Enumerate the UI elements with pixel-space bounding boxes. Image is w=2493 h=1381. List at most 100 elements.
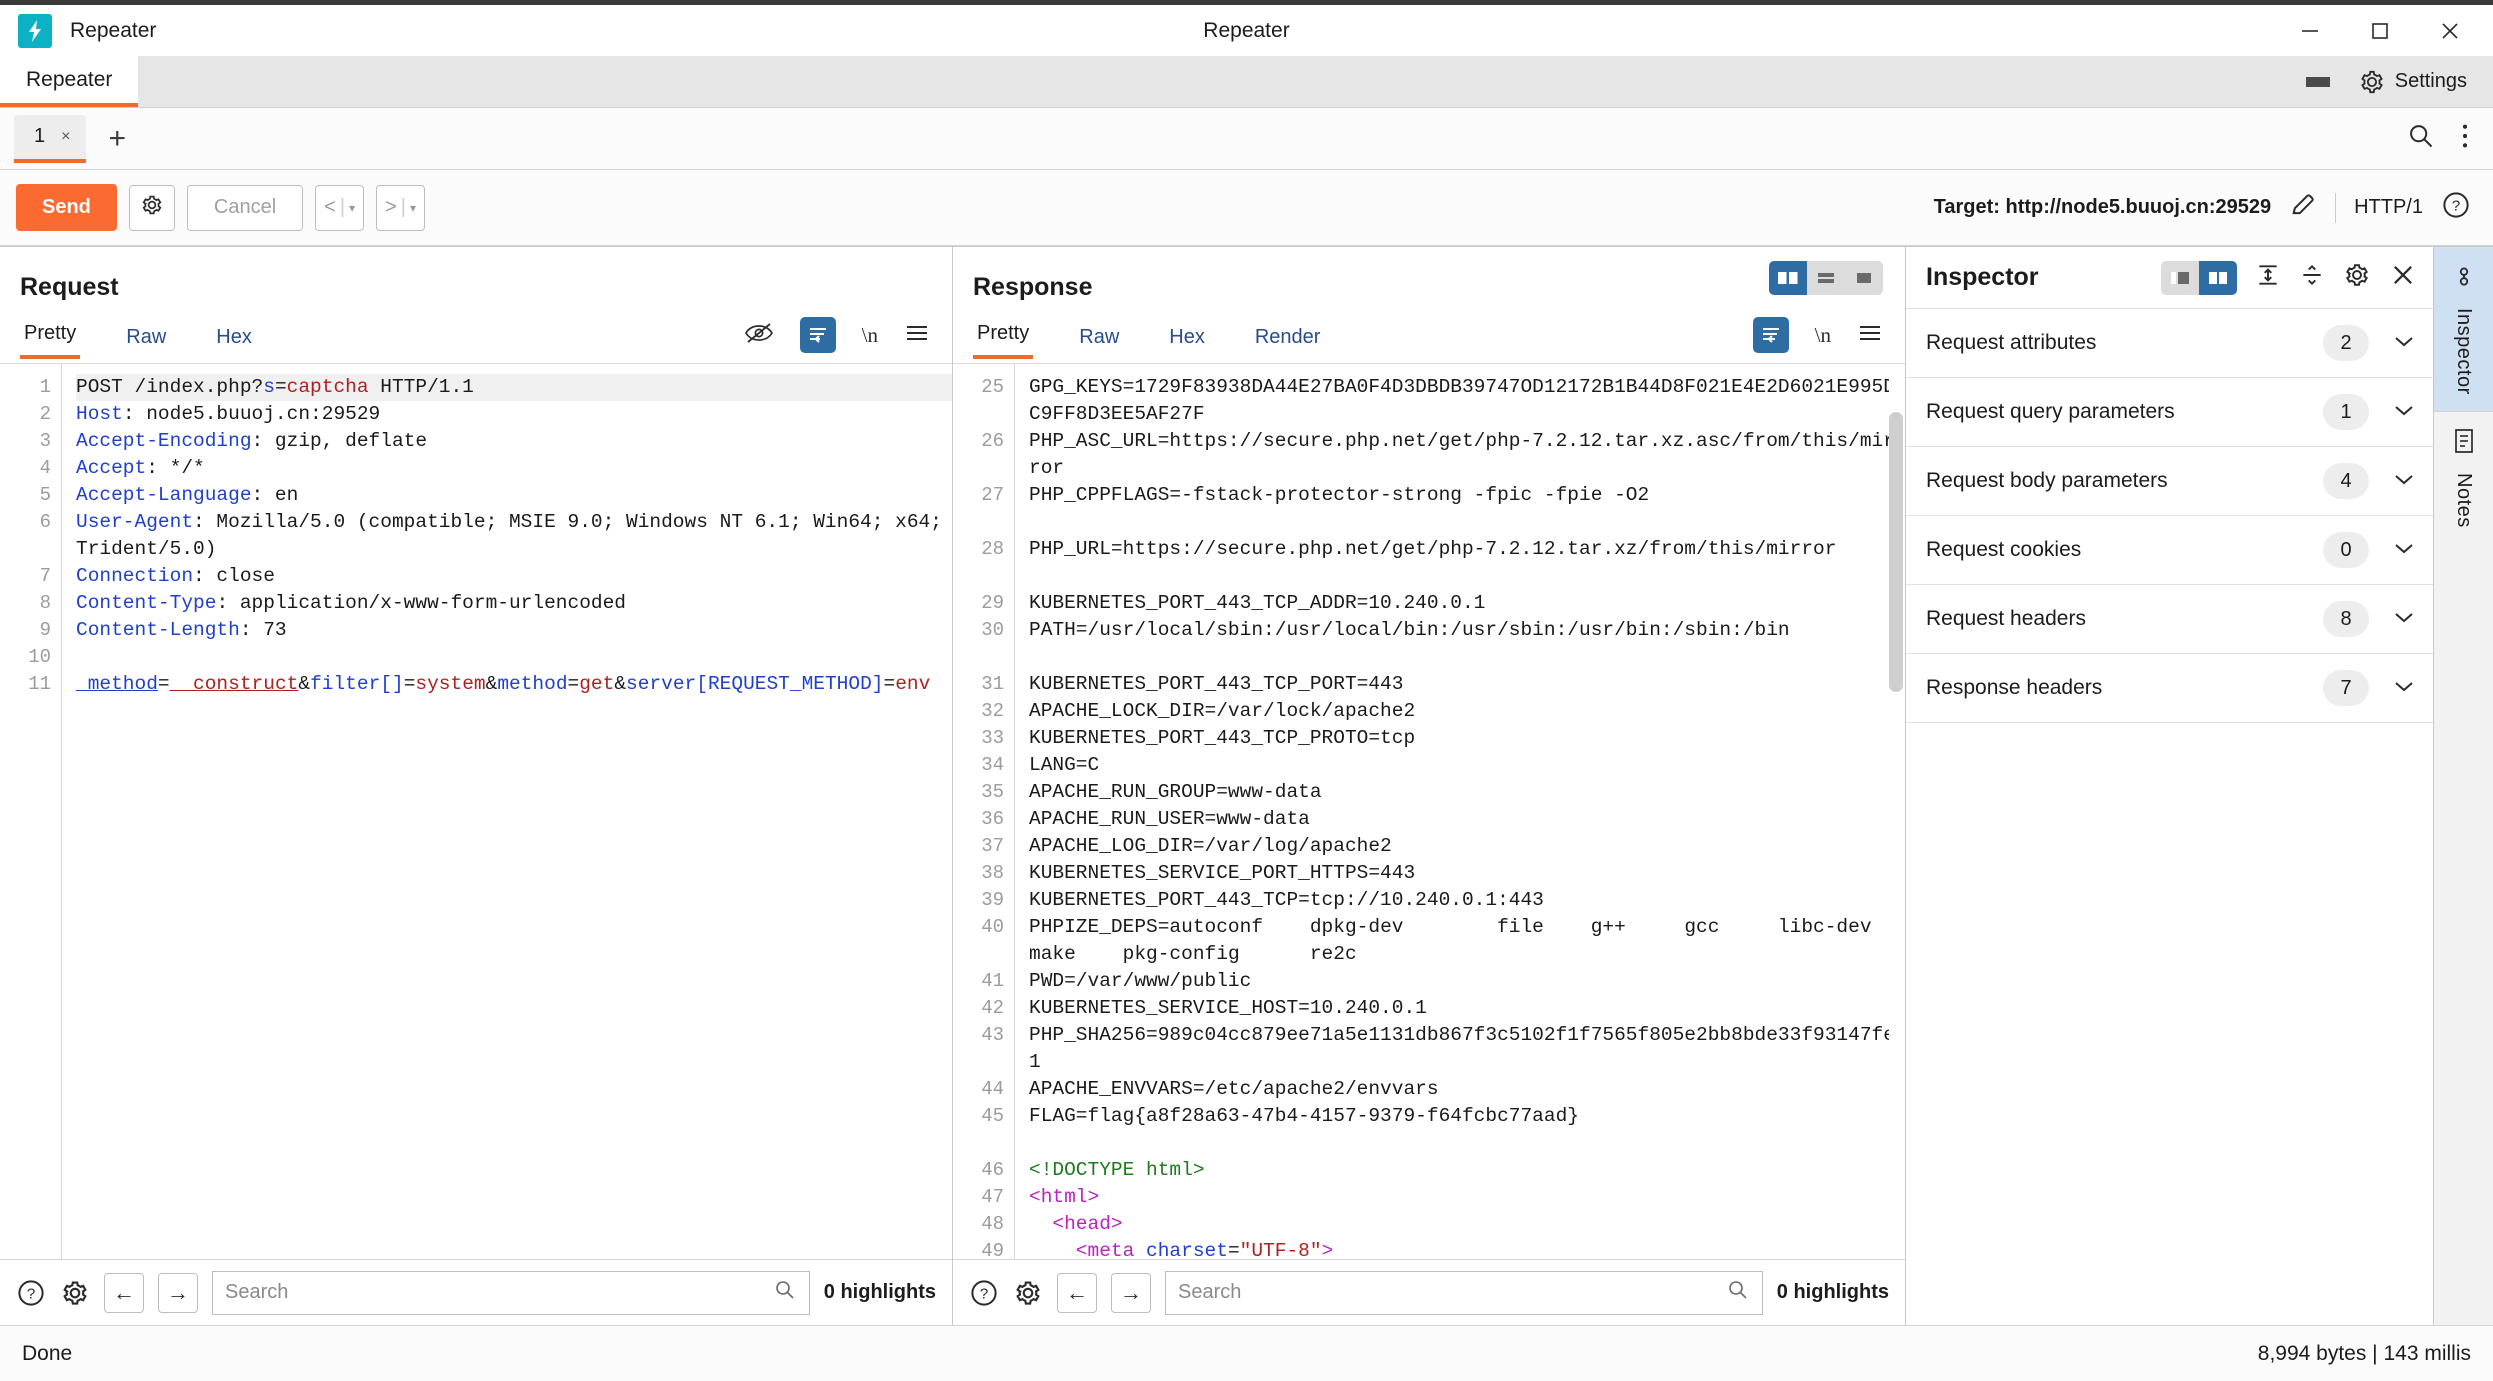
send-button[interactable]: Send: [16, 184, 117, 231]
expand-all-icon[interactable]: [2255, 262, 2281, 293]
send-settings-button[interactable]: [128, 184, 175, 231]
tab-request-raw[interactable]: Raw: [122, 320, 170, 359]
settings-button[interactable]: Settings: [2359, 69, 2467, 95]
chevron-left-icon: <: [324, 196, 336, 218]
help-icon[interactable]: ?: [969, 1278, 999, 1308]
word-wrap-icon[interactable]: [1752, 317, 1789, 353]
hamburger-icon[interactable]: [1857, 322, 1883, 349]
http-version-label[interactable]: HTTP/1: [2354, 196, 2423, 219]
close-icon[interactable]: [2415, 6, 2485, 56]
code-line: PHP_ASC_URL=https://secure.php.net/get/p…: [1029, 430, 1895, 479]
title-bar: Repeater Repeater: [0, 0, 2493, 56]
chevron-down-icon[interactable]: [2391, 402, 2417, 423]
chevron-down-icon[interactable]: ▾: [410, 201, 416, 215]
tab-response-hex[interactable]: Hex: [1165, 320, 1209, 359]
code-line: KUBERNETES_SERVICE_PORT_HTTPS=443: [1029, 862, 1416, 884]
tab-repeater[interactable]: Repeater: [0, 56, 139, 107]
gear-icon[interactable]: [1013, 1278, 1043, 1308]
settings-label: Settings: [2394, 70, 2467, 92]
inspector-toolbar: [2161, 260, 2417, 295]
code-line: <meta charset="UTF-8">: [1075, 1240, 1334, 1259]
repeater-tab-1[interactable]: 1 ×: [14, 114, 87, 163]
panel-layout-icon: [2305, 72, 2331, 92]
tab-request-pretty[interactable]: Pretty: [20, 316, 81, 359]
main-area: Request Pretty Raw Hex \n 1 2 3 4 5 6 7 …: [0, 247, 2493, 1325]
code-line: PHPIZE_DEPS=autoconf dpkg-dev file g++ g…: [1029, 916, 1872, 965]
response-body-text[interactable]: GPG_KEYS=1729F83938DA44E27BA0F4D3DBDB397…: [1015, 364, 1905, 1259]
search-next-button[interactable]: →: [158, 1272, 198, 1313]
collapse-all-icon[interactable]: [2299, 262, 2325, 293]
code-line: User-Agent: Mozilla/5.0 (compatible; MSI…: [76, 511, 942, 560]
inspector-section-row[interactable]: Request cookies 0: [1906, 516, 2433, 585]
word-wrap-icon[interactable]: [799, 317, 836, 353]
search-prev-button[interactable]: ←: [1057, 1272, 1097, 1313]
tab-response-render[interactable]: Render: [1251, 320, 1325, 359]
response-scrollbar[interactable]: [1889, 366, 1903, 1257]
layout-left-icon[interactable]: [2161, 260, 2199, 295]
chevron-down-icon[interactable]: [2391, 540, 2417, 561]
inspector-section-row[interactable]: Request headers 8: [1906, 585, 2433, 654]
inspector-section-row[interactable]: Response headers 7: [1906, 654, 2433, 723]
rail-item-notes[interactable]: Notes: [2434, 411, 2493, 544]
target-area: Target: http://node5.buuoj.cn:29529 HTTP…: [1934, 190, 2493, 225]
code-line: Connection: close: [76, 565, 275, 587]
hamburger-icon[interactable]: [904, 322, 930, 349]
help-icon[interactable]: ?: [2441, 190, 2471, 225]
inspector-section-row[interactable]: Request attributes 2: [1906, 309, 2433, 378]
code-line: <html>: [1029, 1186, 1100, 1208]
back-button[interactable]: < | ▾: [315, 184, 365, 231]
rows-view-icon[interactable]: [1807, 261, 1845, 295]
minimize-icon[interactable]: [2275, 6, 2345, 56]
help-icon[interactable]: ?: [16, 1278, 46, 1308]
split-view-icon[interactable]: [1769, 261, 1807, 295]
code-line: <!DOCTYPE html>: [1029, 1159, 1205, 1181]
request-search-input[interactable]: Search: [212, 1270, 810, 1315]
eye-off-icon[interactable]: [744, 321, 774, 350]
gear-icon[interactable]: [60, 1278, 90, 1308]
tab-response-pretty[interactable]: Pretty: [973, 316, 1034, 359]
inspector-section-count: 4: [2323, 463, 2369, 499]
inspector-section-label: Request attributes: [1926, 331, 2097, 354]
gear-icon[interactable]: [2343, 261, 2371, 294]
rail-item-inspector[interactable]: Inspector: [2434, 247, 2493, 411]
pencil-icon[interactable]: [2289, 191, 2317, 224]
tab-response-raw[interactable]: Raw: [1075, 320, 1123, 359]
vertical-dots-icon[interactable]: [2461, 122, 2469, 155]
search-next-button[interactable]: →: [1111, 1272, 1151, 1313]
request-view-tabs: Pretty Raw Hex \n: [20, 316, 952, 359]
chevron-down-icon[interactable]: [2391, 678, 2417, 699]
top-strip-right: Settings: [2305, 56, 2493, 107]
cancel-button[interactable]: Cancel: [186, 184, 304, 231]
search-icon[interactable]: [2407, 122, 2435, 155]
inspector-section-label: Request headers: [1926, 607, 2086, 630]
request-search-placeholder: Search: [225, 1281, 289, 1303]
chevron-down-icon[interactable]: ▾: [349, 201, 355, 215]
maximize-icon[interactable]: [2345, 6, 2415, 56]
search-prev-button[interactable]: ←: [104, 1272, 144, 1313]
chevron-down-icon[interactable]: [2391, 471, 2417, 492]
code-line: APACHE_RUN_USER=www-data: [1029, 808, 1310, 830]
request-body-text[interactable]: POST /index.php?s=captcha HTTP/1.1 Host: …: [62, 364, 952, 1259]
close-icon[interactable]: [2389, 261, 2417, 294]
rail-label-notes: Notes: [2453, 472, 2475, 528]
newline-icon[interactable]: \n: [1815, 323, 1831, 348]
inspector-section-row[interactable]: Request query parameters 1: [1906, 378, 2433, 447]
add-tab-button[interactable]: +: [108, 123, 126, 154]
single-view-icon[interactable]: [1845, 261, 1883, 295]
layout-right-icon[interactable]: [2199, 260, 2237, 295]
newline-icon[interactable]: \n: [862, 323, 878, 348]
response-search-input[interactable]: Search: [1165, 1270, 1763, 1315]
inspector-layout-toggle[interactable]: [2161, 260, 2237, 295]
code-line: Content-Type: application/x-www-form-url…: [76, 592, 627, 614]
request-editor[interactable]: 1 2 3 4 5 6 7 8 9 10 11 POST /index.php?s=captcha …: [0, 363, 952, 1259]
response-view-toggle[interactable]: [1769, 261, 1883, 295]
inspector-section-row[interactable]: Request body parameters 4: [1906, 447, 2433, 516]
response-editor[interactable]: 25 26 27 28 29 30 31 32 33 34 35 36 37 38 39 40 41 42 43 44…: [953, 363, 1905, 1259]
chevron-down-icon[interactable]: [2391, 609, 2417, 630]
tab-request-hex[interactable]: Hex: [212, 320, 256, 359]
chevron-down-icon[interactable]: [2391, 333, 2417, 354]
close-tab-icon[interactable]: ×: [61, 128, 70, 146]
forward-button[interactable]: > | ▾: [376, 184, 426, 231]
panel-layout-button[interactable]: [2305, 72, 2331, 92]
